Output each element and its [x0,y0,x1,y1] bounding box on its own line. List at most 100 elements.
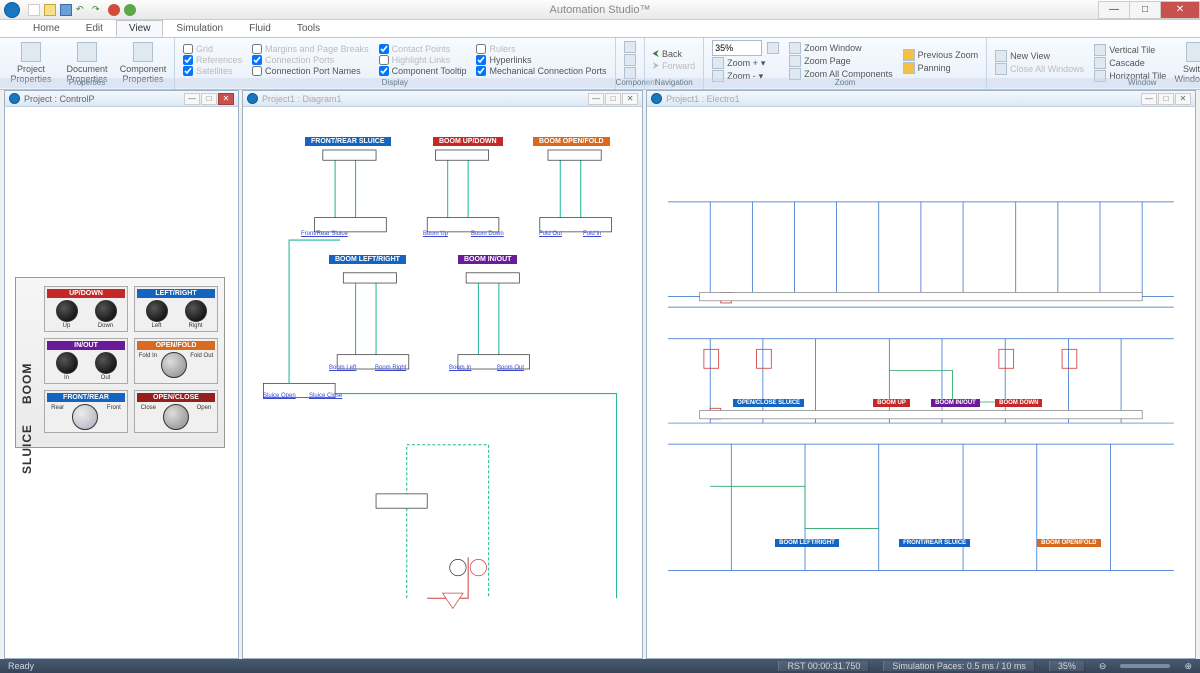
status-zoom-slider[interactable] [1120,664,1170,668]
diagram-hyperlink[interactable]: Boom Out [497,365,524,371]
up-knob[interactable] [56,300,78,322]
diagram-hyperlink[interactable]: Front/Rear Sluice [301,231,348,237]
previous-zoom-button[interactable]: Previous Zoom [901,49,981,61]
references-checkbox[interactable]: References [181,55,244,65]
panel-title-text: Project1 : Electro1 [666,94,740,104]
minimize-button[interactable]: — [1098,1,1130,19]
diagram-hyperlink[interactable]: Sluice Close [309,393,342,399]
tab-tools[interactable]: Tools [284,20,333,37]
tab-home[interactable]: Home [20,20,73,37]
contact-points-checkbox[interactable]: Contact Points [377,44,469,54]
panel-maximize-button[interactable]: □ [605,93,621,105]
panel-electro: Project1 : Electro1 —□✕ [646,90,1196,659]
panel-title-bar[interactable]: Project1 : Diagram1 —□✕ [243,91,642,107]
ribbon-group-label: Properties [0,78,174,88]
panel-close-button[interactable]: ✕ [1175,93,1191,105]
rulers-checkbox[interactable]: Rulers [474,44,608,54]
out-knob[interactable] [95,352,117,374]
panel-title-text: Project1 : Diagram1 [262,94,342,104]
panel-title-bar[interactable]: Project1 : Electro1 —□✕ [647,91,1195,107]
qat-save-icon[interactable] [60,4,72,16]
diagram-hyperlink[interactable]: Boom Down [471,231,504,237]
component-btn-3[interactable] [622,67,638,79]
panel-body[interactable]: BOOM SLUICE UP/DOWNUpDown LEFT/RIGHTLeft… [5,107,238,658]
zoom-refresh-icon[interactable] [767,42,779,54]
openclose-knob[interactable] [163,404,189,430]
diagram-hyperlink[interactable]: Boom Left [329,365,356,371]
zoom-page-button[interactable]: Zoom Page [787,55,895,67]
component-btn-1[interactable] [622,41,638,53]
electro-block-label: BOOM OPEN/FOLD [1037,539,1100,547]
diagram-hyperlink[interactable]: Sluice Open [263,393,296,399]
hyperlinks-checkbox[interactable]: Hyperlinks [474,55,608,65]
cascade-button[interactable]: Cascade [1092,57,1168,69]
left-knob[interactable] [146,300,168,322]
diagram-hyperlink[interactable]: Boom In [449,365,471,371]
diagram-hyperlink[interactable]: Fold Out [539,231,562,237]
electro-block-label: BOOM LEFT/RIGHT [775,539,839,547]
panel-icon [651,93,662,104]
diagram-canvas[interactable]: FRONT/REAR SLUICE BOOM UP/DOWN BOOM OPEN… [243,107,642,658]
diagram-block-label: BOOM OPEN/FOLD [533,137,610,146]
tab-simulation[interactable]: Simulation [163,20,236,37]
diagram-hyperlink[interactable]: Boom Right [375,365,406,371]
panel-minimize-button[interactable]: — [1141,93,1157,105]
zoom-plus-button[interactable]: Zoom + ▾ [710,57,781,69]
status-zoom-in-icon[interactable]: ⊕ [1184,661,1192,672]
connection-port-names-checkbox[interactable]: Connection Port Names [250,66,371,76]
zoom-input[interactable] [712,40,762,56]
diagram-hyperlink[interactable]: Boom Up [423,231,448,237]
margins-checkbox[interactable]: Margins and Page Breaks [250,44,371,54]
diagram-block-label: BOOM LEFT/RIGHT [329,255,406,264]
tab-fluid[interactable]: Fluid [236,20,284,37]
qat-stop-icon[interactable] [108,4,120,16]
panning-button[interactable]: Panning [901,62,981,74]
boom-section-label: BOOM [20,294,34,404]
grid-checkbox[interactable]: Grid [181,44,244,54]
qat-open-icon[interactable] [44,4,56,16]
ribbon-group-label: Navigation [645,78,704,88]
component-tooltip-checkbox[interactable]: Component Tooltip [377,66,469,76]
right-knob[interactable] [185,300,207,322]
nav-forward-button[interactable]: ⮞ Forward [651,60,698,71]
maximize-button[interactable]: □ [1129,1,1161,19]
electro-canvas[interactable]: OPEN/CLOSE SLUICEBOOM UPBOOM IN/OUTBOOM … [647,107,1195,658]
in-knob[interactable] [56,352,78,374]
panel-title-bar[interactable]: Project : ControlP —□✕ [5,91,238,107]
mechanical-connection-ports-checkbox[interactable]: Mechanical Connection Ports [474,66,608,76]
satellites-checkbox[interactable]: Satellites [181,66,244,76]
frontrear-knob[interactable] [72,404,98,430]
zoom-window-button[interactable]: Zoom Window [787,42,895,54]
panel-minimize-button[interactable]: — [588,93,604,105]
diagram-hyperlink[interactable]: Fold In [583,231,601,237]
panel-close-button[interactable]: ✕ [622,93,638,105]
new-view-button[interactable]: New View [993,50,1086,62]
component-icon [624,41,636,53]
title-bar: ↶ ↷ Automation Studio™ — □ ✕ [0,0,1200,20]
panel-maximize-button[interactable]: □ [201,93,217,105]
panel-maximize-button[interactable]: □ [1158,93,1174,105]
highlight-links-checkbox[interactable]: Highlight Links [377,55,469,65]
down-knob[interactable] [95,300,117,322]
close-all-windows-button[interactable]: Close All Windows [993,63,1086,75]
nav-back-button[interactable]: ⮜ Back [651,48,698,59]
openfold-knob[interactable] [161,352,187,378]
status-zoom-out-icon[interactable]: ⊖ [1099,661,1107,672]
qat-redo-icon[interactable]: ↷ [92,4,104,16]
qat-undo-icon[interactable]: ↶ [76,4,88,16]
component-btn-2[interactable] [622,54,638,66]
qat-play-icon[interactable] [124,4,136,16]
ribbon-group-label: Display [175,78,615,88]
connection-ports-checkbox[interactable]: Connection Ports [250,55,371,65]
qat-new-icon[interactable] [28,4,40,16]
component-icon [624,54,636,66]
panel-minimize-button[interactable]: — [184,93,200,105]
panel-close-button[interactable]: ✕ [218,93,234,105]
ribbon-group-zoom: Zoom + ▾ Zoom - ▾ Zoom Window Zoom Page … [704,38,987,89]
leftright-control: LEFT/RIGHTLeftRight [134,286,218,332]
vertical-tile-button[interactable]: Vertical Tile [1092,44,1168,56]
tab-edit[interactable]: Edit [73,20,116,37]
tab-view[interactable]: View [116,20,164,37]
panel-title-text: Project : ControlP [24,94,95,104]
close-button[interactable]: ✕ [1160,1,1200,19]
